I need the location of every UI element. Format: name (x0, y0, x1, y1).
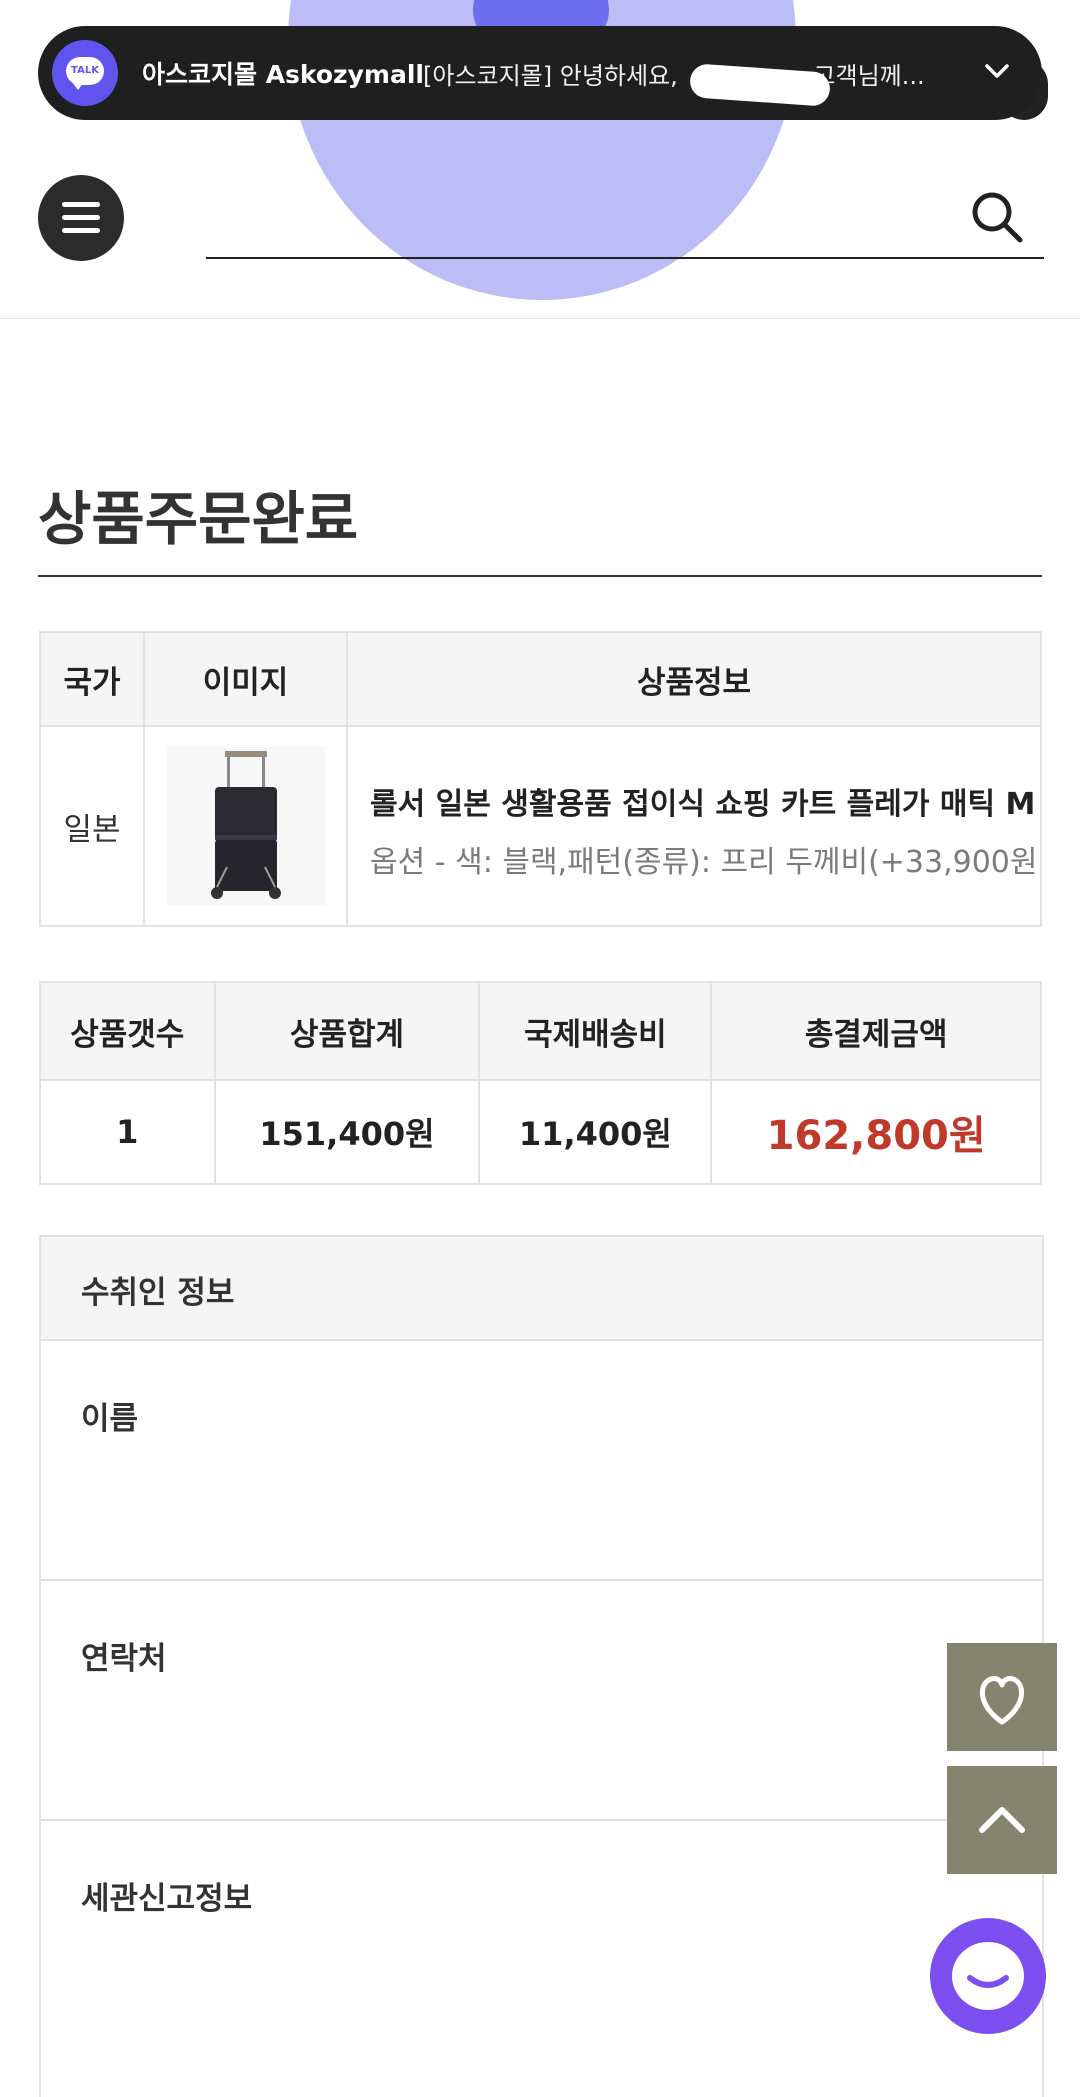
customs-info-label: 세관신고정보 (81, 1881, 253, 1917)
recipient-contact-field: 연락처 (41, 1581, 1042, 1821)
header-shipping: 국제배송비 (478, 981, 713, 1081)
toast-message-start: [아스코지몰] 안녕하세요, (423, 62, 686, 90)
product-name[interactable]: 롤서 일본 생활용품 접이식 쇼핑 카트 플레가 매틱 M (370, 779, 1035, 823)
cell-image (143, 725, 348, 927)
order-summary-table: 상품갯수 상품합계 국제배송비 총결제금액 1 151,400원 11,400원… (39, 981, 1042, 1185)
shopping-cart-image (210, 751, 281, 899)
customs-info-field: 세관신고정보 (41, 1821, 1042, 2059)
talk-bubble-tail (72, 82, 84, 90)
product-thumbnail[interactable] (166, 747, 325, 905)
header-total: 총결제금액 (710, 981, 1042, 1081)
toast-message-end: 고객님께... (813, 62, 925, 90)
page-title: 상품주문완료 (38, 485, 359, 553)
menu-icon-bar (62, 215, 100, 220)
title-divider (38, 575, 1042, 577)
table-row: 1 151,400원 11,400원 162,800원 (39, 1079, 1042, 1185)
quantity-value: 1 (39, 1079, 216, 1185)
product-option: 옵션 - 색: 블랙,패턴(종류): 프리 두께비(+33,900원 (370, 845, 1038, 880)
recipient-info-header: 수취인 정보 (41, 1237, 1042, 1341)
menu-icon (62, 202, 100, 207)
menu-icon-bar (62, 228, 100, 233)
scroll-top-button[interactable] (947, 1766, 1057, 1874)
wishlist-button[interactable] (947, 1643, 1057, 1751)
header-product-info: 상품정보 (346, 631, 1042, 727)
total-payment-value: 162,800원 (710, 1079, 1042, 1185)
header-country: 국가 (39, 631, 145, 727)
header-image: 이미지 (143, 631, 348, 727)
kakao-notification-toast[interactable]: TALK 아스코지몰 Askozymall [아스코지몰] 안녕하세요, 고객님… (38, 26, 1042, 120)
subtotal-value: 151,400원 (213, 1079, 481, 1185)
kakaotalk-icon: TALK (52, 40, 118, 106)
search-input[interactable] (206, 257, 1044, 259)
menu-button[interactable] (38, 175, 124, 261)
chevron-down-icon[interactable] (982, 56, 1012, 86)
heart-icon (979, 1676, 1025, 1725)
recipient-name-field: 이름 (41, 1341, 1042, 1581)
talk-badge: TALK (66, 57, 104, 85)
header-quantity: 상품갯수 (39, 981, 216, 1081)
chevron-up-icon (979, 1807, 1025, 1833)
cell-product-info: 롤서 일본 생활용품 접이식 쇼핑 카트 플레가 매틱 M 옵션 - 색: 블랙… (346, 725, 1042, 927)
cell-country: 일본 (39, 725, 145, 927)
toast-sender: 아스코지몰 Askozymall (142, 60, 424, 89)
recipient-name-label: 이름 (81, 1401, 139, 1437)
recipient-info-panel: 수취인 정보 이름 연락처 세관신고정보 (39, 1235, 1044, 2097)
chat-button[interactable] (930, 1918, 1046, 2034)
shipping-value: 11,400원 (478, 1079, 713, 1185)
recipient-info-title: 수취인 정보 (81, 1275, 235, 1311)
product-table: 국가 이미지 상품정보 일본 롤서 일본 생활용품 접이식 쇼핑 카트 플레가 … (39, 631, 1042, 927)
chat-bubble-icon (952, 1942, 1024, 2010)
search-icon[interactable] (968, 188, 1024, 244)
header-subtotal: 상품합계 (213, 981, 481, 1081)
recipient-contact-label: 연락처 (81, 1641, 167, 1677)
table-row: 일본 롤서 일본 생활용품 접이식 쇼핑 카트 플레가 매틱 M 옵션 - 색:… (39, 725, 1042, 927)
